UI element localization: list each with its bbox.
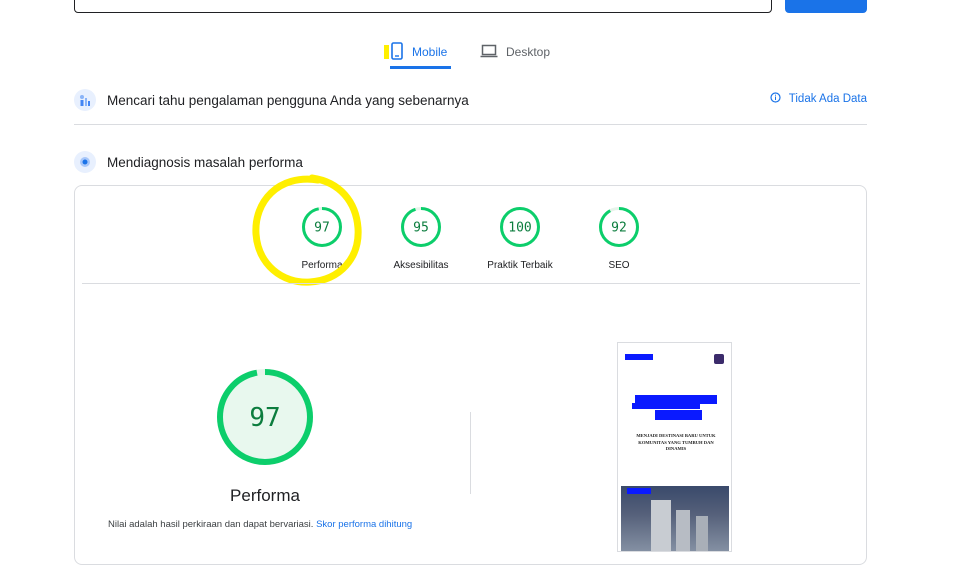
description-text: Nilai adalah hasil perkiraan dan dapat b… [108,519,314,530]
performance-description: Nilai adalah hasil perkiraan dan dapat b… [108,519,468,530]
screenshot-headline: MENJADI DESTINASI BARU UNTUK KOMUNITAS Y… [636,433,716,451]
score-value: 95 [413,221,429,236]
score-label: Praktik Terbaik [487,260,553,271]
score-value: 100 [508,221,531,236]
no-data-link[interactable]: Tidak Ada Data [770,92,867,106]
page-screenshot-thumbnail: MENJADI DESTINASI BARU UNTUK KOMUNITAS Y… [617,342,732,552]
section-divider [74,124,867,125]
redacted-logo [625,354,653,360]
menu-icon [714,354,724,364]
redacted-text-block [632,403,700,409]
lab-target-icon [74,151,96,173]
diagnose-section: Mendiagnosis masalah performa [74,150,474,174]
score-value: 92 [611,221,627,236]
annotation-circle [252,174,362,286]
tab-mobile[interactable]: Mobile [390,36,447,68]
laptop-icon [480,44,498,61]
vertical-divider [470,412,471,494]
smartphone-icon [390,41,404,63]
card-divider [82,283,860,284]
diagnose-title: Mendiagnosis masalah performa [107,154,303,170]
tab-desktop-label: Desktop [506,45,551,59]
field-data-section: Mencari tahu pengalaman pengguna Anda ya… [74,88,867,112]
performance-big-gauge: 97 [217,369,313,465]
score-gauge-accessibility[interactable]: 95 Aksesibilitas [371,205,471,271]
annotation-highlight-mark [384,45,389,59]
field-data-title: Mencari tahu pengalaman pengguna Anda ya… [107,92,469,108]
active-tab-indicator [390,66,451,69]
score-label: SEO [608,260,630,271]
redacted-text-block [655,410,702,420]
score-label: Aksesibilitas [393,260,449,271]
score-gauge-best-practices[interactable]: 100 Praktik Terbaik [470,205,570,271]
info-icon [770,92,781,106]
gauge-ring: 95 [401,207,441,247]
no-data-label: Tidak Ada Data [788,93,867,105]
redacted-caption [627,488,651,494]
users-chart-icon [74,89,96,111]
score-calculation-link[interactable]: Skor performa dihitung [316,519,412,530]
big-score-value: 97 [249,403,280,433]
score-gauge-seo[interactable]: 92 SEO [569,205,669,271]
url-input[interactable] [74,0,772,13]
analyze-button[interactable] [785,0,867,13]
gauge-ring: 100 [500,207,540,247]
tab-mobile-label: Mobile [412,45,448,59]
tab-desktop[interactable]: Desktop [480,36,550,68]
performance-title: Performa [230,486,300,505]
building-photo [621,486,729,551]
gauge-ring: 92 [599,207,639,247]
